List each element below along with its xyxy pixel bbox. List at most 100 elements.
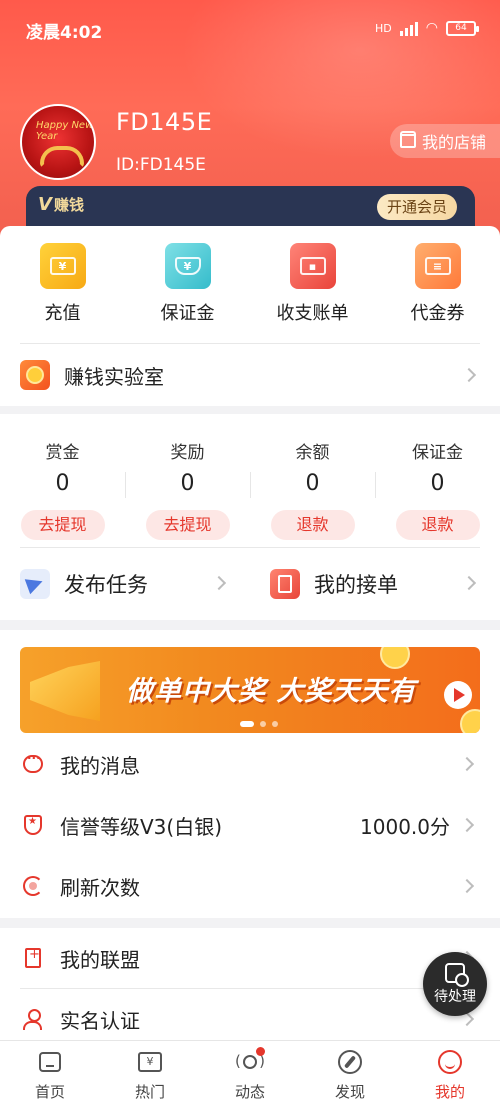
menu-item-refresh-count[interactable]: 刷新次数 [0,860,500,912]
vip-logo: V 赚钱 [38,194,84,215]
menu-item-credit-level[interactable]: 信誉等级V3(白银) 1000.0分 [0,799,500,851]
status-time: 凌晨4:02 [26,23,103,43]
recharge-icon: ¥ [39,243,86,289]
my-orders-label: 我的接单 [314,573,398,597]
my-shop-label: 我的店铺 [422,133,487,152]
deposit-shield-icon: ¥ [164,243,211,289]
withdraw-button[interactable]: 去提现 [20,510,105,540]
shield-star-icon [22,814,44,836]
paper-plane-icon [20,569,50,599]
compass-icon [337,1049,363,1075]
chevron-right-icon [459,878,475,894]
username: FD145E [116,108,213,136]
tab-label: 动态 [234,1083,265,1101]
credit-score: 1000.0分 [360,814,450,839]
my-shop-button[interactable]: 我的店铺 [390,124,500,158]
balances-row: 赏金 0 去提现 奖励 0 去提现 余额 0 退款 保证金 0 退款 [0,438,500,540]
snake-graphic [40,146,84,168]
chevron-right-icon [461,575,477,591]
message-icon [22,751,44,775]
wallet-icon: ▪ [289,243,336,289]
refund-button[interactable]: 退款 [270,510,355,540]
quick-actions: ¥ 充值 ¥ 保证金 ▪ 收支账单 ≡ 代金券 [0,243,500,333]
tab-label: 热门 [134,1083,165,1101]
money-lab-label: 赚钱实验室 [64,364,164,389]
menu-label: 实名认证 [60,1008,140,1033]
menu-item-messages[interactable]: 我的消息 [0,738,500,790]
balance-value: 0 [430,471,445,496]
balance-title: 奖励 [170,443,205,463]
tab-discover[interactable]: 发现 [300,1041,400,1111]
user-verify-icon [22,1008,44,1030]
menu-label: 刷新次数 [60,875,140,900]
balance-remaining: 余额 0 退款 [250,438,375,540]
avatar[interactable]: Happy New Year [20,104,96,180]
tab-hot[interactable]: ¥ 热门 [100,1041,200,1111]
chevron-right-icon [461,367,477,383]
promo-banner[interactable]: 做单中大奖 大奖天天有 [20,647,480,733]
balance-title: 保证金 [412,443,463,463]
quick-action-voucher[interactable]: ≡ 代金券 [375,243,500,333]
signal-icon [399,20,418,36]
refund-button[interactable]: 退款 [395,510,480,540]
quick-action-label: 保证金 [160,303,215,324]
balance-title: 余额 [295,443,330,463]
avatar-caption: Happy New Year [36,120,94,142]
profile-header: 凌晨4:02 HD ◠ 64 Happy New Year FD145E ID:… [0,0,500,236]
home-icon [37,1049,63,1075]
divider [20,343,480,344]
notification-dot [256,1047,265,1056]
wifi-icon: ◠ [425,20,438,36]
publish-task-label: 发布任务 [64,573,148,597]
menu-label: 信誉等级V3(白银) [60,814,223,839]
tab-label: 发现 [334,1083,365,1101]
withdraw-button[interactable]: 去提现 [145,510,230,540]
quick-action-bills[interactable]: ▪ 收支账单 [250,243,375,333]
open-membership-button[interactable]: 开通会员 [376,194,457,220]
balance-value: 0 [55,471,70,496]
banner-text: 做单中大奖 大奖天天有 [126,676,417,707]
tab-label: 首页 [34,1083,65,1101]
tab-feed[interactable]: 动态 [200,1041,300,1111]
vip-logo-v: V [38,194,52,215]
quick-action-label: 充值 [44,303,81,324]
status-icons: HD ◠ 64 [375,20,479,36]
quick-action-label: 代金券 [410,303,465,324]
tab-label: 我的 [434,1083,465,1101]
money-lab-row[interactable]: 赚钱实验室 [0,350,500,400]
vip-logo-text: 赚钱 [53,196,84,214]
pending-float-button[interactable]: 待处理 [423,952,487,1016]
live-icon [235,1047,265,1075]
balance-value: 0 [180,471,195,496]
balance-bounty: 赏金 0 去提现 [0,438,125,540]
menu-item-real-name-verification[interactable]: 实名认证 [0,993,500,1045]
quick-action-label: 收支账单 [276,303,349,324]
balance-reward: 奖励 0 去提现 [125,438,250,540]
coin-icon [460,709,480,733]
tab-home[interactable]: 首页 [0,1041,100,1111]
divider [20,988,480,989]
user-id: ID:FD145E [116,155,206,175]
order-doc-icon [270,569,300,599]
battery-icon: 64 [446,20,479,36]
quick-action-deposit[interactable]: ¥ 保证金 [125,243,250,333]
tab-me[interactable]: 我的 [400,1041,500,1111]
divider [20,547,480,548]
megaphone-icon [30,661,100,721]
publish-task-button[interactable]: 发布任务 [0,556,250,612]
balance-deposit: 保证金 0 退款 [375,438,500,540]
task-row: 发布任务 我的接单 [0,556,500,612]
shop-icon [400,131,416,148]
menu-label: 我的消息 [60,753,140,778]
play-icon [444,681,472,709]
chevron-right-icon [211,575,227,591]
pending-clock-icon [445,962,469,987]
my-orders-button[interactable]: 我的接单 [250,556,500,612]
coin-icon [380,647,410,669]
balance-value: 0 [305,471,320,496]
pending-label: 待处理 [434,988,476,1005]
network-label: HD [375,21,392,35]
quick-action-recharge[interactable]: ¥ 充值 [0,243,125,333]
chevron-right-icon [459,756,475,772]
voucher-icon: ≡ [414,243,461,289]
